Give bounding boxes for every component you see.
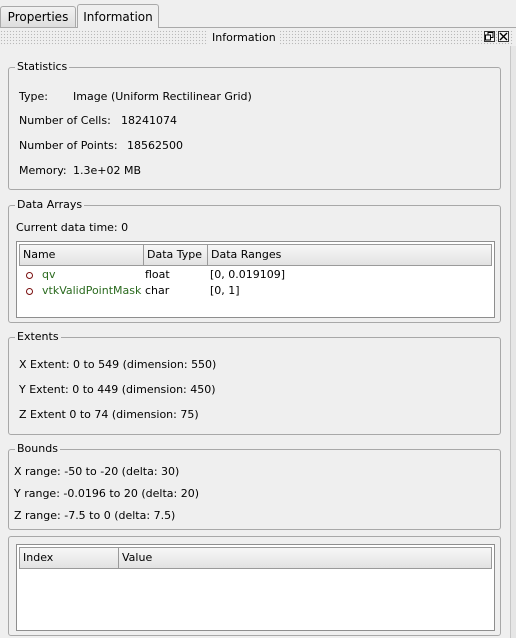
data-arrays-table[interactable]: Name Data Type Data Ranges qv float [0, … [16,241,495,318]
type-label: Type: [19,90,48,103]
table-row[interactable]: qv float [0, 0.019109] [20,267,494,283]
array-type: float [145,268,170,281]
extents-title: Extents [15,330,61,344]
array-name: vtkValidPointMask [42,284,142,297]
z-range: Z range: -7.5 to 0 (delta: 7.5) [14,509,176,522]
point-data-icon [26,272,33,279]
column-header-data-ranges[interactable]: Data Ranges [208,245,493,265]
dock-title-bar[interactable]: Information [0,30,513,45]
array-range: [0, 1] [210,284,240,297]
x-extent: X Extent: 0 to 549 (dimension: 550) [19,358,217,371]
current-data-time: Current data time: 0 [16,221,129,234]
time-table[interactable]: Index Value [16,544,495,631]
x-range: X range: -50 to -20 (delta: 30) [14,465,180,478]
cells-label: Number of Cells: [19,114,111,127]
z-extent: Z Extent 0 to 74 (dimension: 75) [19,408,199,421]
float-button[interactable] [484,31,495,42]
extents-group: Extents X Extent: 0 to 549 (dimension: 5… [8,330,501,435]
statistics-group: Statistics Type: Image (Uniform Rectilin… [8,60,501,190]
array-name: qv [42,268,56,281]
table-header: Name Data Type Data Ranges [19,244,492,266]
tab-information[interactable]: Information [77,4,159,28]
data-arrays-group: Data Arrays Current data time: 0 Name Da… [8,198,501,323]
y-range: Y range: -0.0196 to 20 (delta: 20) [14,487,200,500]
bounds-title: Bounds [15,442,60,456]
column-header-name[interactable]: Name [20,245,144,265]
array-range: [0, 0.019109] [210,268,286,281]
statistics-title: Statistics [15,60,70,74]
float-icon [485,32,494,41]
points-label: Number of Points: [19,139,118,152]
type-value: Image (Uniform Rectilinear Grid) [73,90,252,103]
point-data-icon [26,288,33,295]
table-row[interactable]: vtkValidPointMask char [0, 1] [20,283,494,299]
array-type: char [145,284,170,297]
data-arrays-title: Data Arrays [15,198,85,212]
bounds-group: Bounds X range: -50 to -20 (delta: 30) Y… [8,442,501,530]
dock-title: Information [208,30,280,45]
close-icon [499,32,508,41]
column-header-value[interactable]: Value [119,548,493,568]
time-group: Index Value [8,536,501,636]
scrollbar-edge[interactable] [510,46,516,638]
tab-bar: Properties Information [0,0,516,28]
table-header: Index Value [19,547,492,569]
column-header-index[interactable]: Index [20,548,119,568]
close-button[interactable] [498,31,509,42]
memory-value: 1.3e+02 MB [73,164,142,177]
column-header-data-type[interactable]: Data Type [144,245,208,265]
memory-label: Memory: [19,164,67,177]
cells-value: 18241074 [121,114,177,127]
points-value: 18562500 [127,139,183,152]
tab-properties[interactable]: Properties [0,6,76,27]
y-extent: Y Extent: 0 to 449 (dimension: 450) [19,383,216,396]
